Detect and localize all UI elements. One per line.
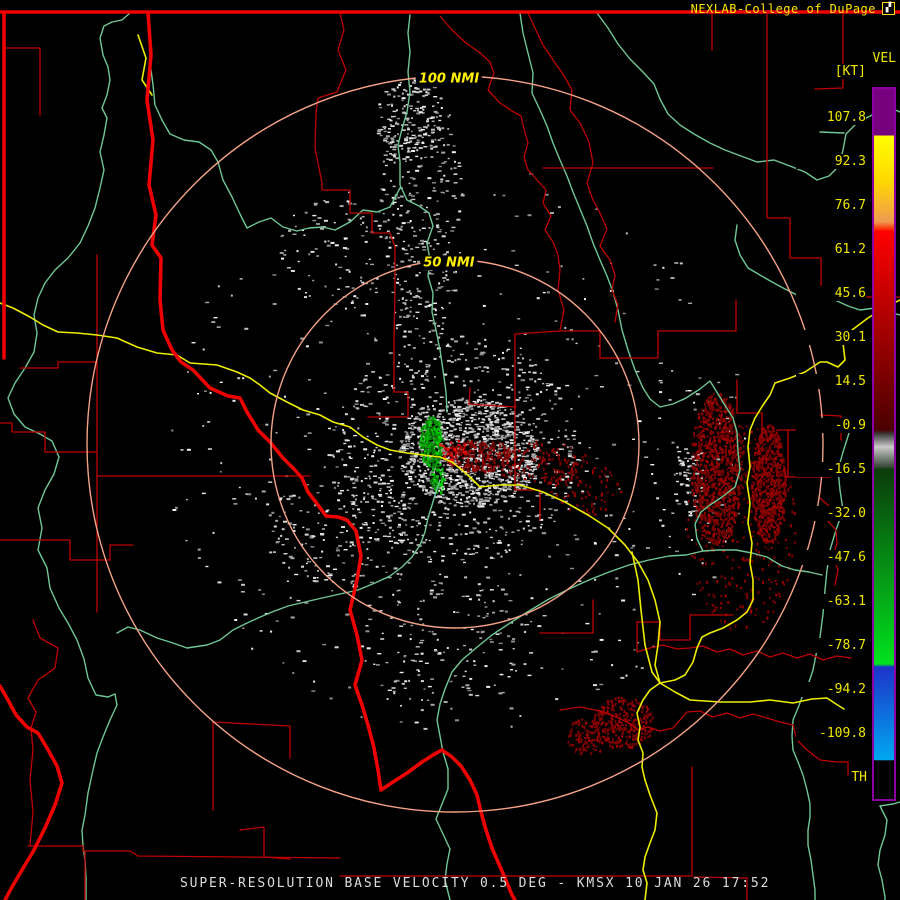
- colorbar-tick-label: 45.6: [796, 286, 866, 301]
- colorbar-tick-label: -63.1: [796, 594, 866, 609]
- colorbar-tick-label: -32.0: [796, 506, 866, 521]
- range-ring-label-50nmi: 50 NMI: [420, 255, 478, 271]
- colorbar-tick-label: 14.5: [796, 374, 866, 389]
- velocity-colorbar: [872, 87, 896, 801]
- radar-map[interactable]: [0, 0, 900, 900]
- colorbar-tick-label: 76.7: [796, 198, 866, 213]
- colorbar-tick-label: -78.7: [796, 638, 866, 653]
- colorbar-tick-label: 92.3: [796, 154, 866, 169]
- colorbar-product-label: VEL: [871, 51, 897, 66]
- rivers-line: [819, 131, 845, 134]
- colorbar-tick-label: -0.9: [796, 418, 866, 433]
- colorbar-tick-label: -94.2: [796, 682, 866, 697]
- colorbar-tick-label: 61.2: [796, 242, 866, 257]
- colorbar-tick-label: -16.5: [796, 462, 866, 477]
- colorbar-tick-label: 30.1: [796, 330, 866, 345]
- colorbar-tick-label: -109.8: [796, 726, 866, 741]
- cod-logo-icon[interactable]: ▞: [882, 2, 895, 15]
- product-title: SUPER-RESOLUTION BASE VELOCITY 0.5 DEG -…: [180, 876, 771, 891]
- colorbar-units-label: [KT]: [833, 64, 867, 79]
- colorbar-tick-label: -47.6: [796, 550, 866, 565]
- colorbar-tick-label: 107.8: [796, 110, 866, 125]
- brand-text[interactable]: NEXLAB-College of DuPage: [691, 2, 876, 16]
- range-ring-label-100nmi: 100 NMI: [415, 71, 483, 87]
- colorbar-threshold-label: TH: [850, 770, 868, 785]
- radar-screen: 100 NMI 50 NMI NEXLAB-College of DuPage …: [0, 0, 900, 900]
